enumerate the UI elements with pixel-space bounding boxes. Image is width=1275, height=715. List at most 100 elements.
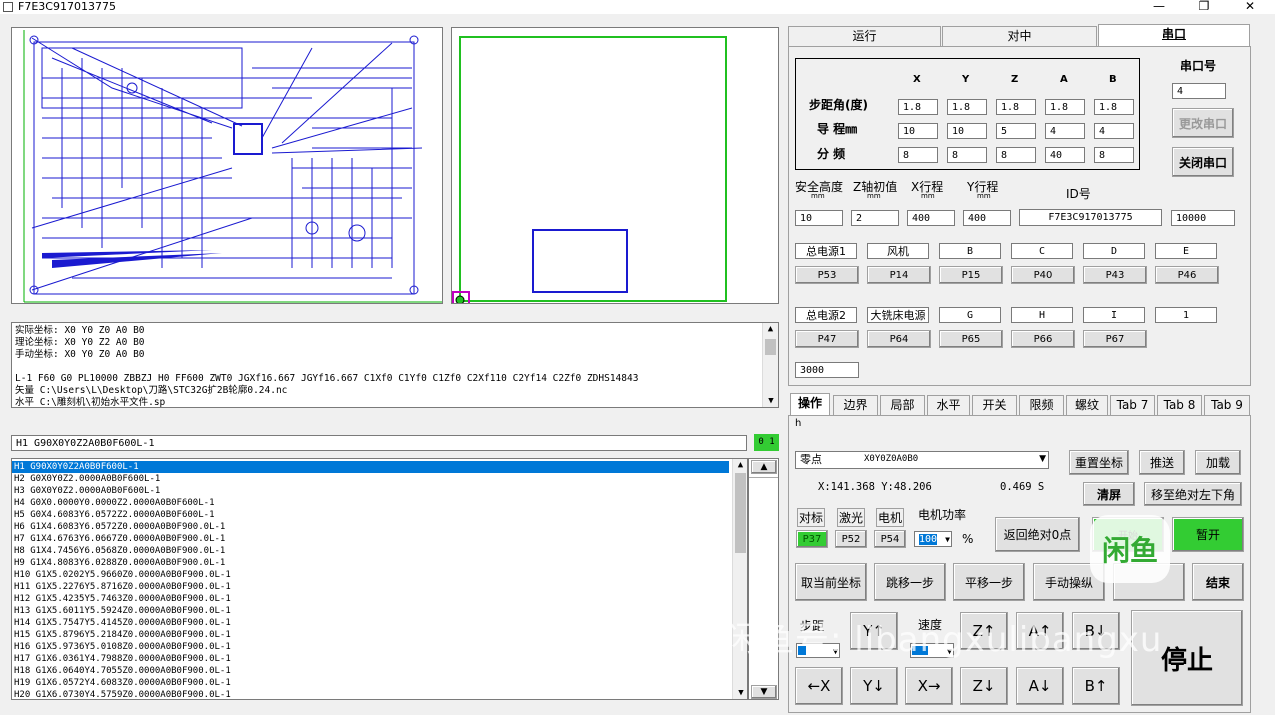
list-item[interactable]: H5 G0X4.6083Y6.0572Z2.0000A0B0F600L-1 xyxy=(12,509,729,521)
list-item[interactable]: H12 G1X5.4235Y5.7463Z0.0000A0B0F900.0L-1 xyxy=(12,593,729,605)
output-name-9[interactable]: G xyxy=(939,307,1001,323)
microstep-z[interactable]: 8 xyxy=(996,147,1036,163)
tab-center[interactable]: 对中 xyxy=(942,26,1097,46)
output-port-button[interactable]: P40 xyxy=(1011,266,1075,284)
output-port-button[interactable]: P67 xyxy=(1083,330,1147,348)
delay-input[interactable]: 3000 xyxy=(795,362,859,378)
output-port-button[interactable]: P53 xyxy=(795,266,859,284)
output-name-3[interactable]: B xyxy=(939,243,1001,259)
minimize-button[interactable]: — xyxy=(1145,0,1173,14)
microstep-b[interactable]: 8 xyxy=(1094,147,1134,163)
load-button[interactable]: 加载 xyxy=(1195,450,1241,475)
jump-step-button[interactable]: 跳移一步 xyxy=(874,563,946,601)
motor-checkbox[interactable]: 电机 xyxy=(876,508,905,527)
tab-thread[interactable]: 螺纹 xyxy=(1066,395,1108,415)
output-port-button[interactable]: P14 xyxy=(867,266,931,284)
aux-scroll-down-icon[interactable]: ▼ xyxy=(751,685,777,699)
calibrate-checkbox[interactable]: 对标 xyxy=(797,508,826,527)
list-item[interactable]: H2 G0X0Y0Z2.0000A0B0F600L-1 xyxy=(12,473,729,485)
output-port-button[interactable]: P47 xyxy=(795,330,859,348)
tab-operation[interactable]: 操作 xyxy=(790,393,830,415)
scroll-down-icon[interactable]: ▼ xyxy=(733,687,747,699)
output-port-button[interactable]: P15 xyxy=(939,266,1003,284)
z-init-input[interactable]: 2 xyxy=(851,210,899,226)
list-item[interactable]: H10 G1X5.0202Y5.9660Z0.0000A0B0F900.0L-1 xyxy=(12,569,729,581)
output-name-11[interactable]: I xyxy=(1083,307,1145,323)
tab-boundary[interactable]: 边界 xyxy=(833,395,878,415)
safe-height-input[interactable]: 10 xyxy=(795,210,843,226)
output-name-4[interactable]: C xyxy=(1011,243,1073,259)
tab-switch[interactable]: 开关 xyxy=(972,395,1017,415)
lead-z[interactable]: 5 xyxy=(996,123,1036,139)
zero-point-select[interactable]: 零点 X0Y0Z0A0B0 ▼ xyxy=(795,451,1049,469)
list-item[interactable]: H8 G1X4.7456Y6.0568Z0.0000A0B0F900.0L-1 xyxy=(12,545,729,557)
list-item[interactable]: H7 G1X4.6763Y6.0667Z0.0000A0B0F900.0L-1 xyxy=(12,533,729,545)
x-left-button[interactable]: ←X xyxy=(795,667,843,705)
step-angle-b[interactable]: 1.8 xyxy=(1094,99,1134,115)
y-travel-input[interactable]: 400 xyxy=(963,210,1011,226)
p37-toggle[interactable]: P37 xyxy=(796,530,828,548)
output-name-5[interactable]: D xyxy=(1083,243,1145,259)
step-angle-a[interactable]: 1.8 xyxy=(1045,99,1085,115)
tab-7[interactable]: Tab 7 xyxy=(1110,395,1155,415)
scroll-up-icon[interactable]: ▲ xyxy=(733,459,747,471)
aux-scroll-up-icon[interactable]: ▲ xyxy=(751,460,777,474)
change-port-button[interactable]: 更改串口 xyxy=(1172,108,1234,138)
output-port-button[interactable]: P66 xyxy=(1011,330,1075,348)
output-port-button[interactable]: P65 xyxy=(939,330,1003,348)
list-item[interactable]: H13 G1X5.6011Y5.5924Z0.0000A0B0F900.0L-1 xyxy=(12,605,729,617)
list-item[interactable]: H3 G0X0Y0Z2.0000A0B0F600L-1 xyxy=(12,485,729,497)
z-down-button[interactable]: Z↓ xyxy=(960,667,1008,705)
clear-screen-button[interactable]: 清屏 xyxy=(1083,482,1135,506)
microstep-a[interactable]: 40 xyxy=(1045,147,1085,163)
tab-run[interactable]: 运行 xyxy=(788,26,941,46)
lead-a[interactable]: 4 xyxy=(1045,123,1085,139)
p52-toggle[interactable]: P52 xyxy=(835,530,867,548)
y-down-button[interactable]: Y↓ xyxy=(850,667,898,705)
output-port-button[interactable]: P43 xyxy=(1083,266,1147,284)
step-angle-x[interactable]: 1.8 xyxy=(898,99,938,115)
list-item[interactable]: H11 G1X5.2276Y5.8716Z0.0000A0B0F900.0L-1 xyxy=(12,581,729,593)
output-name-2[interactable]: 风机 xyxy=(867,243,929,259)
list-item[interactable]: H18 G1X6.0640Y4.7055Z0.0000A0B0F900.0L-1 xyxy=(12,665,729,677)
output-name-7[interactable]: 总电源2 xyxy=(795,307,857,323)
output-name-12[interactable]: 1 xyxy=(1155,307,1217,323)
list-item[interactable]: H19 G1X6.0572Y4.6083Z0.0000A0B0F900.0L-1 xyxy=(12,677,729,689)
list-item[interactable]: H20 G1X6.0730Y4.5759Z0.0000A0B0F900.0L-1 xyxy=(12,689,729,699)
cancel-coord-button[interactable]: 取当前坐标 xyxy=(795,563,867,601)
work-area-preview[interactable] xyxy=(451,27,779,305)
laser-checkbox[interactable]: 激光 xyxy=(837,508,866,527)
tab-level[interactable]: 水平 xyxy=(927,395,970,415)
b-up-button[interactable]: B↑ xyxy=(1072,667,1120,705)
scroll-thumb[interactable] xyxy=(735,473,746,553)
microstep-x[interactable]: 8 xyxy=(898,147,938,163)
command-input[interactable]: H1 G90X0Y0Z2A0B0F600L-1 xyxy=(11,435,747,451)
list-item[interactable]: H16 G1X5.9736Y5.0108Z0.0000A0B0F900.0L-1 xyxy=(12,641,729,653)
list-item[interactable]: H6 G1X4.6083Y6.0572Z0.0000A0B0F900.0L-1 xyxy=(12,521,729,533)
tab-local[interactable]: 局部 xyxy=(880,395,925,415)
list-item[interactable]: H1 G90X0Y0Z2A0B0F600L-1 xyxy=(12,461,729,473)
lead-x[interactable]: 10 xyxy=(898,123,938,139)
tab-9[interactable]: Tab 9 xyxy=(1204,395,1250,415)
x-right-button[interactable]: X→ xyxy=(905,667,953,705)
shift-step-button[interactable]: 平移一步 xyxy=(953,563,1025,601)
return-abs-zero-button[interactable]: 返回绝对0点 xyxy=(995,517,1080,552)
lead-b[interactable]: 4 xyxy=(1094,123,1134,139)
chevron-down-icon[interactable]: ▼ xyxy=(1039,452,1046,467)
toolpath-preview[interactable] xyxy=(11,27,443,304)
scroll-down-icon[interactable]: ▼ xyxy=(763,395,779,407)
pause-button[interactable]: 暂开 xyxy=(1172,517,1244,552)
list-item[interactable]: H9 G1X4.8083Y6.0288Z0.0000A0B0F900.0L-1 xyxy=(12,557,729,569)
tab-serial[interactable]: 串口 xyxy=(1098,24,1250,46)
close-port-button[interactable]: 关闭串口 xyxy=(1172,147,1234,177)
maximize-button[interactable]: ❐ xyxy=(1190,0,1218,14)
gcode-scrollbar[interactable]: ▲ ▼ xyxy=(732,459,747,699)
tab-freq-limit[interactable]: 限频 xyxy=(1019,395,1064,415)
a-down-button[interactable]: A↓ xyxy=(1016,667,1064,705)
reset-coord-button[interactable]: 重置坐标 xyxy=(1069,450,1129,475)
move-abs-lower-left-button[interactable]: 移至绝对左下角 xyxy=(1144,482,1242,506)
output-name-8[interactable]: 大铣床电源 xyxy=(867,307,929,323)
microstep-y[interactable]: 8 xyxy=(947,147,987,163)
close-button[interactable]: ✕ xyxy=(1236,0,1264,14)
gcode-list[interactable]: H1 G90X0Y0Z2A0B0F600L-1 H2 G0X0Y0Z2.0000A… xyxy=(11,458,748,700)
